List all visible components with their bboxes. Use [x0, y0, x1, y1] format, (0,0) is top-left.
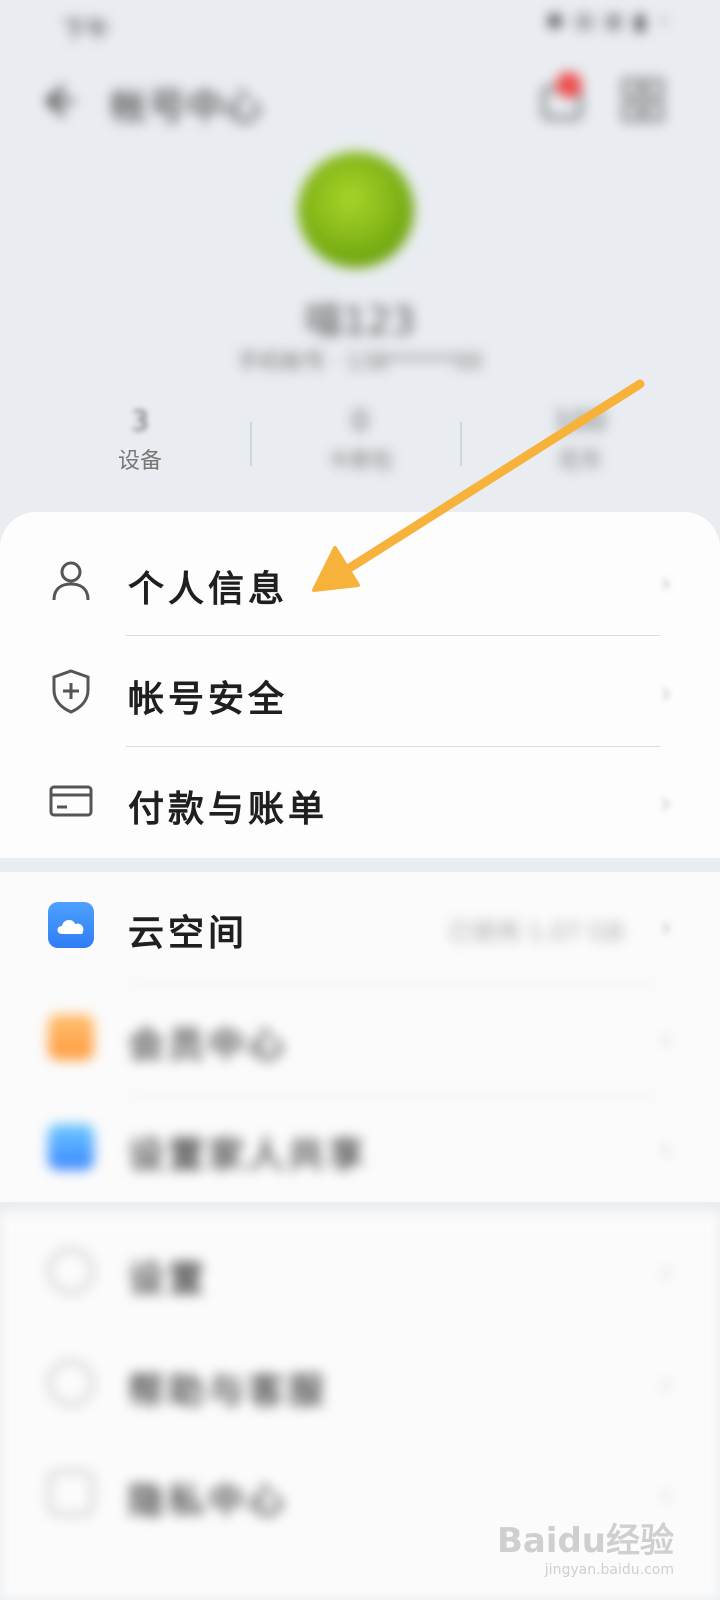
menu-item-payment[interactable]: 付款与账单 › — [0, 748, 720, 858]
stat-value: 3 — [131, 404, 149, 437]
settings-icon — [48, 1248, 94, 1294]
stat-devices[interactable]: 3 设备 — [40, 404, 240, 475]
avatar[interactable] — [298, 152, 414, 268]
divider — [126, 982, 660, 983]
header: 帐号中心 — [0, 62, 720, 152]
watermark: Baidu经验 jingyan.baidu.com — [497, 1513, 674, 1578]
divider — [126, 746, 660, 747]
stat-label: 花币 — [557, 449, 602, 474]
menu-item-label: 隐私中心 — [128, 1481, 289, 1522]
menu-item-settings[interactable]: 设置 › — [0, 1218, 720, 1328]
menu-item-help[interactable]: 帮助与客服 › — [0, 1330, 720, 1440]
menu-item-cloud-space[interactable]: 云空间 已使用 1.07 GB › — [0, 872, 720, 982]
family-icon — [48, 1124, 94, 1170]
account-subinfo: 手机帐号 · 138******00 — [237, 350, 483, 375]
stat-points[interactable]: 100 花币 — [480, 404, 680, 475]
menu-item-label: 付款与账单 — [128, 789, 329, 830]
help-icon — [48, 1360, 94, 1406]
menu-item-label: 帮助与客服 — [128, 1371, 329, 1412]
back-arrow-icon[interactable] — [34, 78, 80, 124]
menu-item-personal-info[interactable]: 个人信息 › — [0, 528, 720, 638]
menu-item-family-sharing[interactable]: 设置家人共享 › — [0, 1094, 720, 1204]
shield-icon — [52, 669, 90, 714]
watermark-url: jingyan.baidu.com — [544, 1562, 674, 1578]
divider — [126, 635, 660, 636]
chevron-right-icon: › — [660, 910, 672, 945]
menu-item-label: 云空间 — [128, 913, 249, 954]
status-system-icons: ✱ ⊟ ⊞ ▮ ◦ — [545, 10, 672, 35]
status-time: 下午 — [62, 16, 110, 44]
stat-label: 设备 — [117, 449, 162, 474]
menu-item-vip-center[interactable]: 会员中心 › — [0, 984, 720, 1094]
username: 喵123 — [304, 299, 416, 343]
stat-value: 0 — [351, 404, 369, 437]
chevron-right-icon: › — [660, 1132, 672, 1167]
card-icon — [49, 785, 93, 817]
menu-item-label: 个人信息 — [128, 569, 289, 610]
chevron-right-icon: › — [660, 676, 672, 711]
storage-usage: 已使用 1.07 GB — [448, 918, 624, 946]
chevron-right-icon: › — [660, 1256, 672, 1291]
chevron-right-icon: › — [660, 1022, 672, 1057]
services-card: 云空间 已使用 1.07 GB › 会员中心 › 设置家人共享 › — [0, 872, 720, 1202]
stats-row: 3 设备 0 卡券包 100 花币 — [40, 404, 680, 484]
chevron-right-icon: › — [660, 1478, 672, 1513]
stat-coupons[interactable]: 0 卡券包 — [260, 404, 460, 475]
watermark-logo: Baidu经验 — [496, 1521, 674, 1561]
privacy-icon — [48, 1470, 94, 1516]
cloud-icon — [48, 902, 94, 948]
page-title: 帐号中心 — [110, 85, 263, 129]
menu-item-label: 设置家人共享 — [128, 1135, 369, 1176]
menu-item-account-security[interactable]: 帐号安全 › — [0, 638, 720, 748]
menu-grid-icon[interactable] — [620, 76, 666, 126]
person-icon — [52, 561, 90, 601]
chevron-right-icon: › — [660, 566, 672, 601]
chevron-right-icon: › — [660, 786, 672, 821]
stat-value: 100 — [553, 404, 607, 437]
stat-divider — [250, 422, 252, 466]
notification-badge — [556, 72, 582, 98]
account-settings-card: 个人信息 › 帐号安全 › 付款与账单 › — [0, 512, 720, 858]
chevron-right-icon: › — [660, 1368, 672, 1403]
menu-item-label: 会员中心 — [128, 1025, 289, 1066]
vip-icon — [48, 1014, 94, 1060]
menu-item-label: 设置 — [128, 1259, 209, 1300]
stat-divider — [460, 422, 462, 466]
menu-item-label: 帐号安全 — [128, 679, 289, 720]
status-bar: 下午 ✱ ⊟ ⊞ ▮ ◦ — [0, 0, 720, 52]
stat-label: 卡券包 — [326, 449, 393, 474]
